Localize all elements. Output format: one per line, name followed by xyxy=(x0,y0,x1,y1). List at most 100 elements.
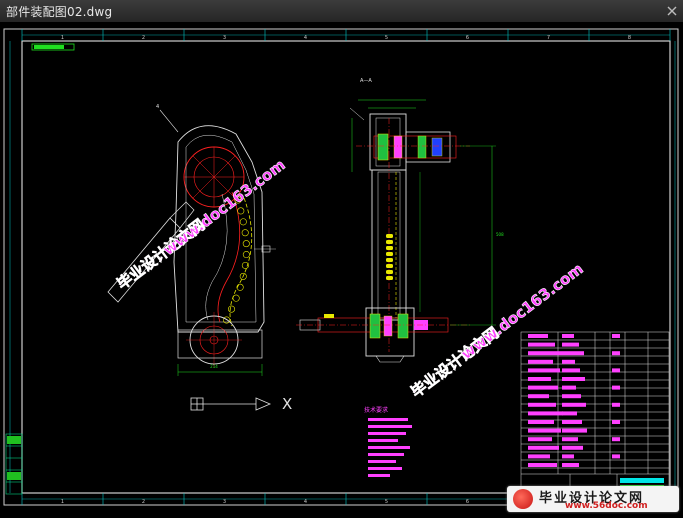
side-table xyxy=(5,433,23,495)
chain-link xyxy=(237,207,245,215)
bom-cell xyxy=(562,420,582,424)
bom-cell xyxy=(528,334,548,338)
column-number: 3 xyxy=(223,499,226,505)
column-number: 6 xyxy=(466,35,469,41)
column-number: 2 xyxy=(142,35,145,41)
bom-cell xyxy=(562,351,584,356)
svg-text:4: 4 xyxy=(156,104,159,110)
axis-x-label: X xyxy=(282,395,292,413)
chain-roller xyxy=(386,270,393,274)
bom-cell xyxy=(528,463,557,467)
bom-cell xyxy=(562,437,578,442)
bom-cell xyxy=(612,385,620,390)
chain-link xyxy=(236,283,244,291)
bom-cell xyxy=(528,437,552,442)
column-number: 3 xyxy=(223,35,226,41)
chain-roller xyxy=(386,258,393,262)
column-number: 4 xyxy=(304,499,307,505)
technical-notes: 技术要求 xyxy=(364,406,412,477)
drawing-canvas[interactable]: 1122334455667788 xyxy=(0,22,683,514)
chain-link xyxy=(228,305,236,313)
watermark-url-1: www.doc163.com xyxy=(160,156,289,260)
bom-cell xyxy=(528,428,561,433)
bom-cell xyxy=(612,437,620,442)
section-label: A—A xyxy=(360,78,372,84)
note-line xyxy=(368,460,396,463)
note-line xyxy=(368,439,398,442)
chain-roller xyxy=(386,276,393,280)
bom-cell xyxy=(612,351,620,356)
bom-cell xyxy=(528,351,562,356)
bom-cell xyxy=(528,359,553,364)
svg-text:214: 214 xyxy=(210,364,218,369)
column-number: 7 xyxy=(547,35,550,41)
bom-cell xyxy=(562,394,581,399)
bom-cell xyxy=(562,342,579,347)
column-number: 4 xyxy=(304,35,307,41)
bom-cell xyxy=(612,420,620,424)
bom-cell xyxy=(562,463,579,467)
bom-cell xyxy=(562,377,585,381)
chain-link xyxy=(242,240,250,248)
window-titlebar: 部件装配图02.dwg xyxy=(0,0,683,23)
chain-link xyxy=(239,218,247,226)
chain-roller xyxy=(386,246,393,250)
ucs-axis-icon xyxy=(190,397,272,411)
bom-cell xyxy=(562,385,576,390)
bom-cell xyxy=(612,454,620,459)
column-number: 2 xyxy=(142,499,145,505)
bom-cell xyxy=(612,334,620,338)
bom-cell xyxy=(528,342,555,347)
bom-cell xyxy=(528,385,558,390)
bom-cell xyxy=(562,334,574,338)
column-number: 1 xyxy=(61,35,64,41)
bom-cell xyxy=(562,445,583,450)
chain-link xyxy=(241,229,249,237)
brand-logo-icon xyxy=(513,489,533,509)
chain-roller xyxy=(386,240,393,244)
bom-cell xyxy=(562,454,574,459)
bom-cell xyxy=(562,411,577,416)
watermark-url-2: www.doc163.com xyxy=(458,260,587,364)
bom-cell xyxy=(612,368,620,373)
bom-cell xyxy=(528,454,550,459)
column-number: 8 xyxy=(628,35,631,41)
bom-cell xyxy=(528,377,551,381)
watermark-overlay: 毕业设计论文网 www.doc163.com 毕业设计论文网 www.doc16… xyxy=(113,155,587,401)
window-title: 部件装配图02.dwg xyxy=(6,5,113,19)
note-line xyxy=(368,453,404,456)
chain-link xyxy=(242,251,250,259)
bom-cell xyxy=(562,428,587,433)
chain-roller xyxy=(386,264,393,268)
note-line xyxy=(368,418,408,421)
section-view: A—A 508 xyxy=(296,78,504,363)
chain-roller xyxy=(386,252,393,256)
note-line xyxy=(368,432,406,435)
bom-cell xyxy=(528,445,559,450)
bom-cell xyxy=(528,394,549,399)
bom-cell xyxy=(562,368,580,373)
brand-url: www.56doc.com xyxy=(565,501,648,511)
bom-cell xyxy=(562,359,575,364)
bom-cell xyxy=(528,402,556,407)
notes-title: 技术要求 xyxy=(364,406,388,414)
note-line xyxy=(368,446,410,449)
note-line xyxy=(368,467,402,470)
bom-cell xyxy=(528,420,554,424)
chain-roller xyxy=(386,234,393,238)
column-number: 5 xyxy=(385,499,388,505)
column-number: 1 xyxy=(61,499,64,505)
close-icon[interactable] xyxy=(661,0,683,22)
note-line xyxy=(368,425,412,428)
bom-cell xyxy=(562,402,586,407)
cad-drawing: 1122334455667788 xyxy=(3,28,679,506)
note-line xyxy=(368,474,390,477)
column-number: 5 xyxy=(385,35,388,41)
column-number: 6 xyxy=(466,499,469,505)
bom-cell xyxy=(612,402,620,407)
svg-text:508: 508 xyxy=(496,232,504,237)
brand-watermark: 毕业设计论文网 www.56doc.com xyxy=(507,486,679,512)
bom-cell xyxy=(528,368,560,373)
bom-cell xyxy=(528,411,563,416)
chain-link xyxy=(232,294,240,302)
